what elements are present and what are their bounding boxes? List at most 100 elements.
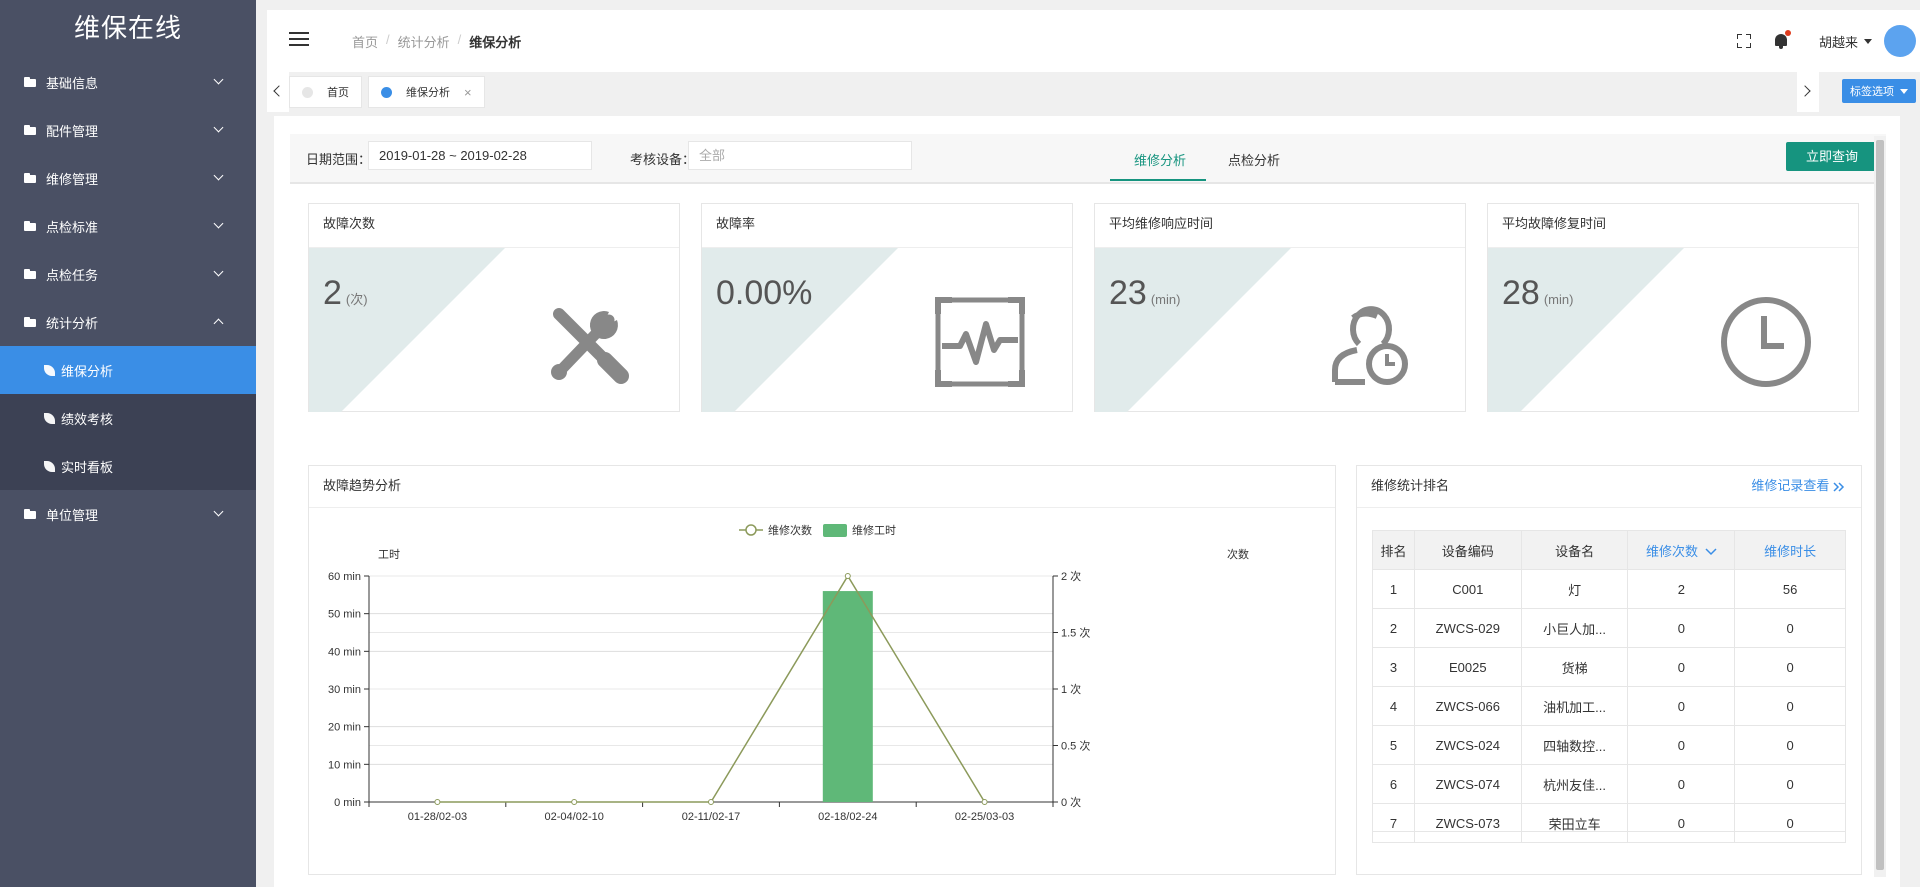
table-cell: ZWCS-066 bbox=[1413, 686, 1522, 726]
table-row[interactable]: 5 ZWCS-024 四轴数控... 0 0 bbox=[1372, 725, 1846, 765]
stat-value: 0.00% bbox=[716, 274, 813, 312]
sidebar-item-inspection-task[interactable]: 点检任务 bbox=[0, 250, 256, 298]
legend: 维修次数 维修工时 bbox=[739, 523, 896, 537]
close-icon[interactable]: × bbox=[464, 85, 472, 100]
sidebar-item-label: 单位管理 bbox=[46, 507, 99, 523]
scrollbar-thumb[interactable] bbox=[1876, 140, 1884, 870]
fullscreen-icon[interactable] bbox=[1736, 34, 1751, 48]
sidebar-item-statistics[interactable]: 统计分析 bbox=[0, 298, 256, 346]
breadcrumb-home[interactable]: 首页 bbox=[352, 32, 378, 51]
breadcrumb-statistics[interactable]: 统计分析 bbox=[398, 32, 450, 51]
table-cell: 杭州友佳... bbox=[1520, 764, 1629, 804]
leaf-icon bbox=[44, 412, 55, 424]
device-select[interactable]: 全部 bbox=[688, 141, 912, 170]
sidebar-item-units[interactable]: 单位管理 bbox=[0, 490, 256, 538]
caret-down-icon bbox=[1900, 88, 1908, 94]
y-left-tick-label: 30 min bbox=[328, 684, 361, 696]
col-header-label: 维修次数 bbox=[1646, 543, 1699, 559]
bar bbox=[822, 591, 873, 802]
chevron-down-icon bbox=[213, 266, 224, 277]
table-row[interactable]: 1 C001 灯 2 56 bbox=[1372, 569, 1846, 609]
breadcrumb-separator: / bbox=[386, 32, 390, 47]
legend-line-marker bbox=[745, 524, 757, 536]
sidebar-item-maintenance[interactable]: 维修管理 bbox=[0, 154, 256, 202]
double-chevron-right-icon bbox=[1833, 482, 1845, 492]
tab-label: 维保分析 bbox=[406, 87, 450, 99]
line-point bbox=[571, 799, 578, 805]
stat-value: 23 bbox=[1109, 274, 1147, 312]
tag-options-button[interactable]: 标签选项 bbox=[1842, 79, 1916, 103]
tab-scroll-right-icon[interactable] bbox=[1797, 72, 1819, 112]
tab-scroll-left-icon[interactable] bbox=[267, 72, 289, 112]
folder-icon bbox=[24, 221, 38, 231]
table-cell: ZWCS-024 bbox=[1413, 725, 1522, 765]
query-button[interactable]: 立即查询 bbox=[1786, 142, 1878, 171]
table-cell: 0 bbox=[1627, 764, 1736, 804]
chevron-down-icon bbox=[213, 122, 224, 133]
chevron-down-icon bbox=[213, 170, 224, 181]
folder-icon bbox=[24, 77, 38, 87]
caret-down-icon[interactable] bbox=[1864, 38, 1872, 44]
tab-label: 首页 bbox=[327, 87, 349, 99]
table-cell: 四轴数控... bbox=[1520, 725, 1629, 765]
table-cell: 5 bbox=[1372, 725, 1415, 765]
x-tick-label: 02-18/02-24 bbox=[818, 811, 877, 823]
clock-icon bbox=[1721, 297, 1811, 387]
sidebar-item-dashboard[interactable]: 实时看板 bbox=[0, 442, 256, 490]
view-records-link[interactable]: 维修记录查看 bbox=[1751, 466, 1845, 506]
user-name[interactable]: 胡越来 bbox=[1819, 32, 1858, 51]
sidebar-item-label: 点检任务 bbox=[46, 267, 99, 283]
y-left-tick-label: 20 min bbox=[328, 722, 361, 734]
tab-bar: 首页 维保分析 × 标签选项 bbox=[267, 72, 1920, 112]
stat-value: 28 bbox=[1502, 274, 1540, 312]
date-range-input[interactable]: 2019-01-28 ~ 2019-02-28 bbox=[368, 141, 592, 170]
y-left-tick-label: 60 min bbox=[328, 571, 361, 583]
tab-maintenance-analysis[interactable]: 维保分析 × bbox=[368, 76, 485, 108]
sidebar-item-maintenance-analysis[interactable]: 维保分析 bbox=[0, 346, 256, 394]
y-left-tick-label: 40 min bbox=[328, 646, 361, 658]
legend-label: 维修次数 bbox=[768, 523, 812, 537]
scrollbar[interactable] bbox=[1874, 136, 1886, 877]
tag-options-label: 标签选项 bbox=[1850, 86, 1894, 98]
ranking-table: 排名 设备编码 设备名 维修次数 维修时长 1 C001 灯 2 56 2 ZWCS-029… bbox=[1372, 530, 1846, 843]
table-cell: 0 bbox=[1734, 608, 1846, 648]
pulse-monitor-icon bbox=[935, 297, 1025, 387]
y-right-axis-label: 次数 bbox=[1227, 547, 1249, 561]
device-label: 考核设备： bbox=[630, 152, 696, 167]
tab-home[interactable]: 首页 bbox=[289, 76, 362, 108]
sidebar-item-parts[interactable]: 配件管理 bbox=[0, 106, 256, 154]
stat-value: 2 bbox=[323, 274, 342, 312]
sidebar-item-label: 绩效考核 bbox=[61, 411, 114, 427]
tab-inspection-analysis[interactable]: 点检分析 bbox=[1228, 150, 1280, 169]
legend-bar-swatch bbox=[823, 524, 847, 537]
table-row[interactable]: 3 E0025 货梯 0 0 bbox=[1372, 647, 1846, 687]
tab-status-dot bbox=[302, 86, 313, 98]
x-tick-label: 02-25/03-03 bbox=[955, 811, 1014, 823]
panel-title: 故障趋势分析 bbox=[309, 466, 1335, 508]
table-row[interactable]: 4 ZWCS-066 油机加工... 0 0 bbox=[1372, 686, 1846, 726]
x-tick-label: 02-04/02-10 bbox=[545, 811, 604, 823]
tab-repair-analysis[interactable]: 维修分析 bbox=[1134, 150, 1186, 169]
table-cell: ZWCS-074 bbox=[1413, 764, 1522, 804]
filter-bar: 日期范围： 2019-01-28 ~ 2019-02-28 考核设备： 全部 维… bbox=[290, 134, 1886, 184]
col-header-repair-duration[interactable]: 维修时长 bbox=[1734, 530, 1846, 570]
stat-card-repair-time: 平均故障修复时间 28 (min) bbox=[1487, 203, 1859, 412]
sidebar-item-performance[interactable]: 绩效考核 bbox=[0, 394, 256, 442]
sidebar-item-inspection-standard[interactable]: 点检标准 bbox=[0, 202, 256, 250]
sidebar-item-basic-info[interactable]: 基础信息 bbox=[0, 58, 256, 106]
table-cell: 6 bbox=[1372, 764, 1415, 804]
table-cell: 0 bbox=[1627, 608, 1736, 648]
sidebar-item-label: 维保分析 bbox=[61, 363, 114, 379]
sidebar-item-label: 配件管理 bbox=[46, 123, 99, 139]
x-tick-label: 02-11/02-17 bbox=[682, 811, 741, 823]
table-row[interactable]: 2 ZWCS-029 小巨人加... 0 0 bbox=[1372, 608, 1846, 648]
col-header-repair-count[interactable]: 维修次数 bbox=[1627, 530, 1736, 570]
chevron-down-icon bbox=[213, 506, 224, 517]
avatar[interactable] bbox=[1884, 25, 1916, 57]
bell-icon[interactable] bbox=[1773, 30, 1791, 50]
table-row[interactable]: 6 ZWCS-074 杭州友佳... 0 0 bbox=[1372, 764, 1846, 804]
menu-toggle-icon[interactable] bbox=[289, 32, 309, 48]
user-clock-icon bbox=[1332, 306, 1408, 385]
folder-icon bbox=[24, 509, 38, 519]
table-cell: 0 bbox=[1734, 764, 1846, 804]
